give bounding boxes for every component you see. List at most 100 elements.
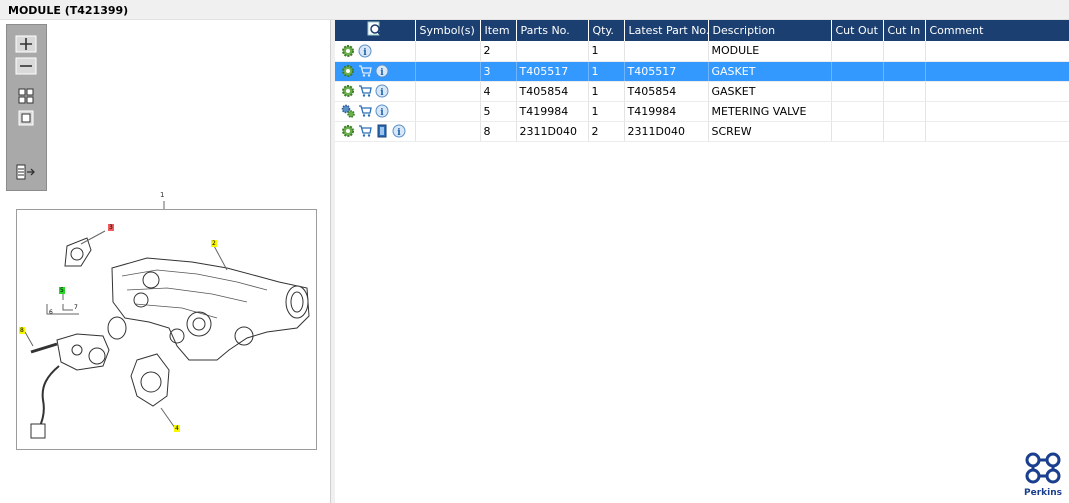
cell-description: SCREW	[708, 121, 832, 142]
cell-cut-out	[831, 61, 884, 82]
zoom-in-icon[interactable]	[15, 35, 37, 53]
cell-item: 4	[480, 81, 517, 102]
cell-comment	[925, 101, 1069, 122]
cell-cut-in	[883, 121, 926, 142]
svg-text:i: i	[380, 88, 384, 98]
cart-icon[interactable]	[358, 124, 372, 138]
fit-all-icon[interactable]	[15, 87, 37, 105]
zoom-out-icon[interactable]	[15, 57, 37, 75]
gear-icon[interactable]	[341, 64, 355, 78]
cell-cut-in	[883, 61, 926, 82]
cell-qty: 1	[588, 81, 625, 102]
cell-comment	[925, 121, 1069, 142]
callout-3[interactable]: 3	[108, 224, 114, 231]
callout-6: 6	[49, 309, 53, 316]
cell-symbols	[415, 61, 481, 82]
callout-4[interactable]: 4	[174, 425, 180, 432]
cell-cut-in	[883, 101, 926, 122]
viewer-toolbar	[6, 24, 47, 191]
cell-comment	[925, 81, 1069, 102]
table-row-selected[interactable]: i 3 T405517 1 T405517 GASKET	[335, 61, 1069, 82]
brand-name: Perkins	[1024, 488, 1062, 498]
cell-cut-in	[883, 81, 926, 102]
cell-cut-out	[831, 121, 884, 142]
table-row[interactable]: i 8 2311D040 2 2311D040 SCREW	[335, 121, 1069, 142]
cell-item: 8	[480, 121, 517, 142]
cell-latest-part-no: T405517	[624, 61, 709, 82]
cart-icon[interactable]	[358, 84, 372, 98]
info-icon[interactable]: i	[375, 84, 389, 98]
perkins-logo: Perkins	[1021, 451, 1065, 501]
column-header-cut-out[interactable]: Cut Out	[831, 20, 884, 41]
diagram-top-label: 1	[160, 191, 165, 199]
svg-text:i: i	[380, 108, 384, 118]
cell-cut-out	[831, 81, 884, 102]
cell-latest-part-no: T419984	[624, 101, 709, 122]
exploded-view-diagram[interactable]: 3 2 5 6 7 8 4	[16, 209, 317, 450]
cell-symbols	[415, 101, 481, 122]
column-header-symbols[interactable]: Symbol(s)	[415, 20, 481, 41]
window-title: MODULE (T421399)	[0, 0, 1069, 20]
cell-part-no: T405854	[516, 81, 589, 102]
callout-5[interactable]: 5	[59, 287, 65, 294]
column-header-description[interactable]: Description	[708, 20, 832, 41]
cell-description: MODULE	[708, 41, 832, 62]
cell-symbols	[415, 81, 481, 102]
svg-text:i: i	[380, 68, 384, 78]
info-icon[interactable]: i	[392, 124, 406, 138]
cell-part-no: T405517	[516, 61, 589, 82]
parts-table: Symbol(s) Item Parts No. Qty. Latest Par…	[335, 20, 1069, 142]
cell-latest-part-no: T405854	[624, 81, 709, 102]
cell-item: 3	[480, 61, 517, 82]
cell-part-no	[516, 41, 589, 62]
svg-text:i: i	[397, 128, 401, 138]
column-header-comment[interactable]: Comment	[925, 20, 1069, 41]
callout-2[interactable]: 2	[211, 240, 217, 247]
parts-list-pane: Symbol(s) Item Parts No. Qty. Latest Par…	[335, 20, 1069, 503]
cell-description: GASKET	[708, 61, 832, 82]
cell-qty: 1	[588, 101, 625, 122]
cell-comment	[925, 61, 1069, 82]
cell-qty: 1	[588, 41, 625, 62]
column-header-parts-no[interactable]: Parts No.	[516, 20, 589, 41]
column-header-qty[interactable]: Qty.	[588, 20, 625, 41]
cell-symbols	[415, 41, 481, 62]
cell-description: GASKET	[708, 81, 832, 102]
callout-8[interactable]: 8	[19, 327, 25, 334]
cell-cut-out	[831, 101, 884, 122]
cart-icon[interactable]	[358, 64, 372, 78]
gear-icon[interactable]	[341, 44, 355, 58]
export-list-icon[interactable]	[15, 163, 37, 181]
gear-icon[interactable]	[341, 84, 355, 98]
cell-qty: 1	[588, 61, 625, 82]
info-icon[interactable]: i	[375, 64, 389, 78]
table-row[interactable]: i 4 T405854 1 T405854 GASKET	[335, 81, 1069, 102]
table-row[interactable]: i 2 1 MODULE	[335, 41, 1069, 62]
svg-text:i: i	[363, 48, 367, 58]
column-header-cut-in[interactable]: Cut In	[883, 20, 926, 41]
info-icon[interactable]: i	[375, 104, 389, 118]
column-header-icons[interactable]	[335, 20, 416, 41]
module-illustration	[24, 230, 310, 439]
info-icon[interactable]: i	[358, 44, 372, 58]
cell-item: 5	[480, 101, 517, 122]
cell-cut-in	[883, 41, 926, 62]
column-header-latest-part-no[interactable]: Latest Part No.	[624, 20, 709, 41]
table-row[interactable]: i 5 T419984 1 T419984 METERING VALVE	[335, 101, 1069, 122]
gears-icon[interactable]	[341, 104, 355, 118]
illustration-pane: 1 3 2 5 6 7 8 4	[0, 20, 331, 503]
fit-window-icon[interactable]	[15, 109, 37, 127]
cell-latest-part-no: 2311D040	[624, 121, 709, 142]
cell-cut-out	[831, 41, 884, 62]
cell-latest-part-no	[624, 41, 709, 62]
gear-icon[interactable]	[341, 124, 355, 138]
table-header-row: Symbol(s) Item Parts No. Qty. Latest Par…	[335, 20, 1069, 41]
perkins-logo-mark	[1025, 452, 1061, 484]
column-header-item[interactable]: Item	[480, 20, 517, 41]
callout-7: 7	[74, 304, 78, 311]
cell-description: METERING VALVE	[708, 101, 832, 122]
cell-part-no: 2311D040	[516, 121, 589, 142]
cart-icon[interactable]	[358, 104, 372, 118]
document-icon[interactable]	[375, 124, 389, 138]
search-parts-icon[interactable]	[367, 21, 383, 37]
